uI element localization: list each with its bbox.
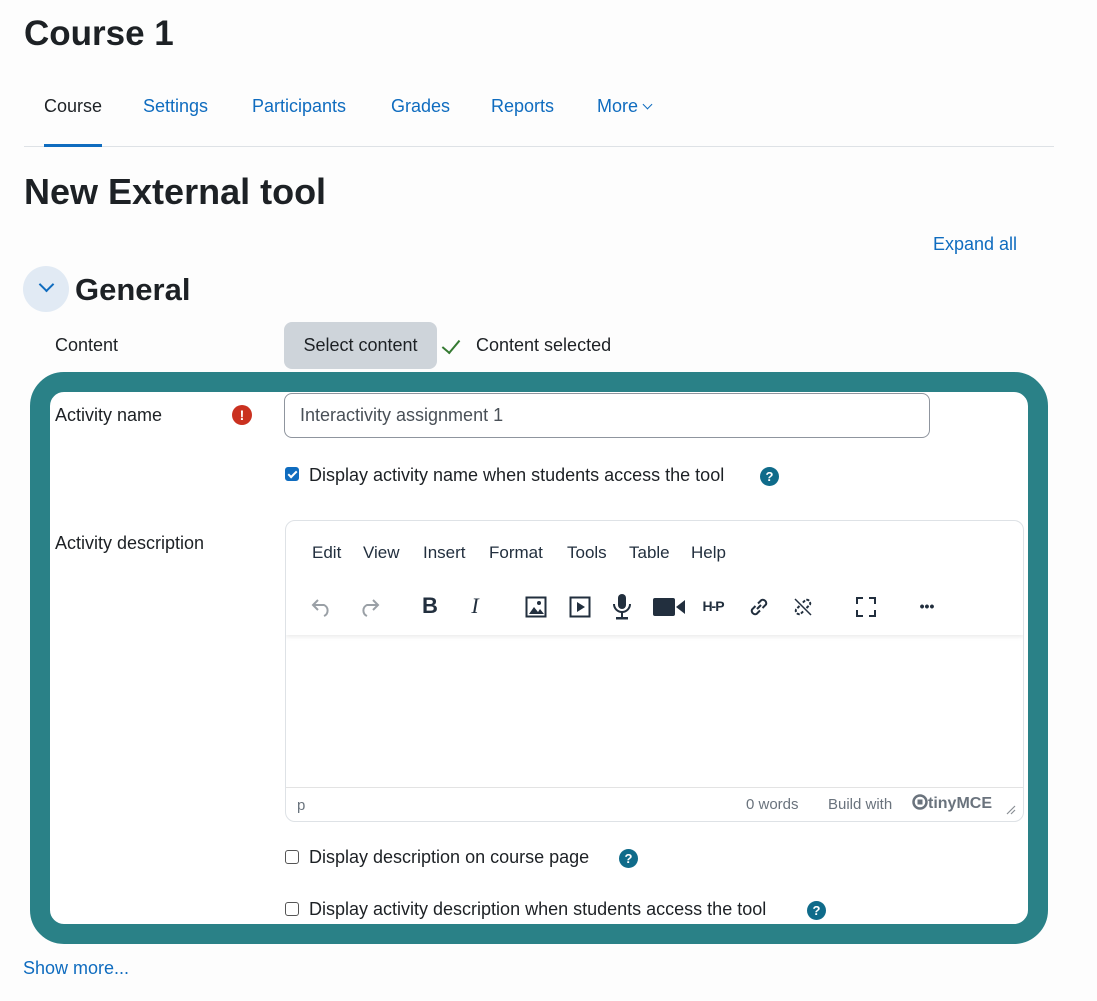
- tab-grades[interactable]: Grades: [391, 84, 450, 144]
- select-content-button[interactable]: Select content: [284, 322, 437, 369]
- display-activity-name-checkbox[interactable]: [285, 467, 299, 481]
- editor-menu-table[interactable]: Table: [629, 543, 670, 563]
- tinymce-brand: tinyMCE: [928, 795, 992, 812]
- check-icon: [441, 334, 461, 355]
- bold-icon[interactable]: B: [413, 589, 447, 623]
- italic-icon[interactable]: I: [458, 589, 492, 623]
- tab-participants[interactable]: Participants: [252, 84, 346, 144]
- display-activity-description-checkbox[interactable]: [285, 902, 299, 916]
- editor-menu-tools[interactable]: Tools: [567, 543, 607, 563]
- editor-content-area[interactable]: [286, 635, 1023, 787]
- record-video-icon[interactable]: [652, 589, 686, 623]
- redo-icon[interactable]: [352, 589, 386, 623]
- display-activity-name-label: Display activity name when students acce…: [309, 465, 725, 485]
- media-icon[interactable]: [563, 589, 597, 623]
- editor-menu-view[interactable]: View: [363, 543, 400, 563]
- build-with-text: Build with: [828, 796, 893, 813]
- display-activity-description-label: Display activity description when studen…: [309, 899, 767, 919]
- tab-more[interactable]: More: [597, 84, 653, 144]
- tab-settings[interactable]: Settings: [143, 84, 208, 144]
- tinymce-logo[interactable]: tinyMCE: [912, 794, 992, 813]
- word-count[interactable]: 0 words: [746, 796, 799, 813]
- help-icon[interactable]: ?: [619, 849, 638, 868]
- activity-name-label: Activity name: [55, 405, 163, 425]
- editor-menu-insert[interactable]: Insert: [423, 543, 466, 563]
- editor-header: Edit View Insert Format Tools Table Help…: [286, 521, 1023, 635]
- editor-menu-help[interactable]: Help: [691, 543, 726, 563]
- section-collapse-button[interactable]: [23, 266, 69, 312]
- course-navigation: Course Settings Participants Grades Repo…: [24, 84, 1054, 147]
- editor-statusbar: p 0 words Build with tinyMCE: [286, 787, 1023, 821]
- show-more-link[interactable]: Show more...: [23, 958, 129, 979]
- expand-all-link[interactable]: Expand all: [933, 234, 1017, 255]
- editor-menu-format[interactable]: Format: [489, 543, 543, 563]
- tab-course[interactable]: Course: [44, 84, 103, 147]
- element-path[interactable]: p: [297, 797, 305, 814]
- help-icon[interactable]: ?: [807, 901, 826, 920]
- content-selected-status: Content selected: [476, 335, 612, 355]
- image-icon[interactable]: [519, 589, 553, 623]
- display-description-label: Display description on course page: [309, 847, 590, 867]
- course-title: Course 1: [24, 14, 174, 53]
- undo-icon[interactable]: [305, 589, 339, 623]
- tab-more-label: More: [597, 96, 639, 116]
- more-icon[interactable]: •••: [910, 589, 944, 623]
- resize-handle-icon[interactable]: [1006, 802, 1016, 819]
- fullscreen-icon[interactable]: [849, 589, 883, 623]
- section-title-general: General: [75, 272, 191, 307]
- rich-text-editor: Edit View Insert Format Tools Table Help…: [285, 520, 1024, 822]
- page-title: New External tool: [24, 171, 327, 212]
- record-audio-icon[interactable]: [605, 589, 639, 623]
- chevron-down-icon: [642, 99, 653, 110]
- display-description-checkbox[interactable]: [285, 850, 299, 864]
- unlink-icon[interactable]: [786, 589, 820, 623]
- help-icon[interactable]: ?: [760, 467, 779, 486]
- editor-menu-edit[interactable]: Edit: [312, 543, 341, 563]
- activity-description-label: Activity description: [55, 533, 205, 553]
- h5p-icon[interactable]: H-P: [696, 589, 730, 623]
- tab-reports[interactable]: Reports: [491, 84, 554, 144]
- content-label: Content: [55, 335, 119, 355]
- link-icon[interactable]: [742, 589, 776, 623]
- chevron-down-icon: [38, 276, 55, 293]
- activity-name-input[interactable]: [284, 393, 930, 438]
- required-icon: !: [232, 405, 252, 425]
